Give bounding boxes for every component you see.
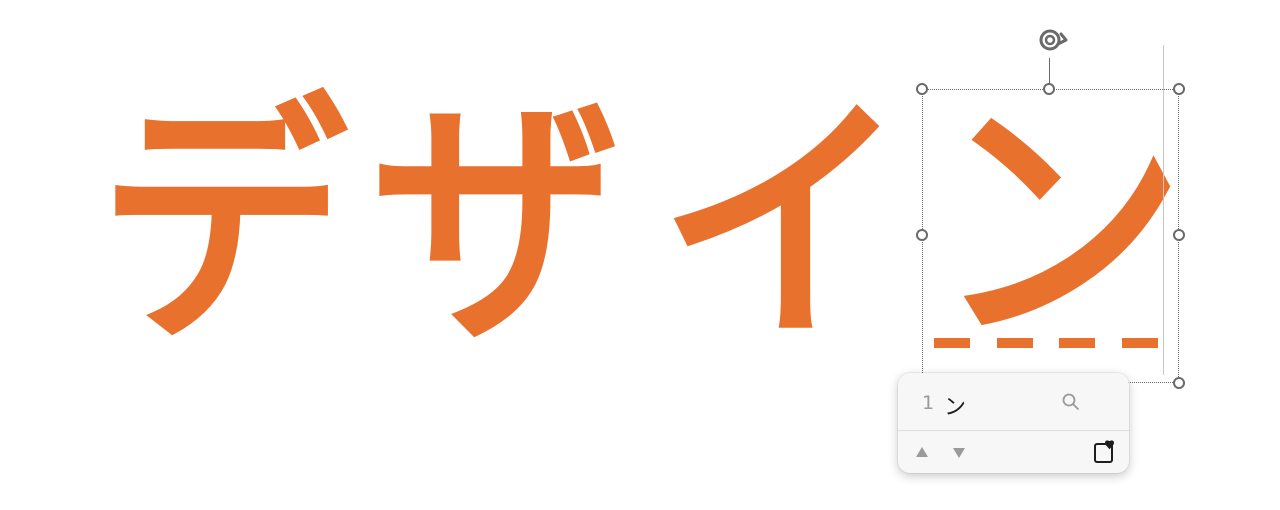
resize-handle-top-left[interactable] <box>916 83 928 95</box>
candidate-row[interactable]: 1 ン <box>898 373 1129 431</box>
resize-handle-bottom-right[interactable] <box>1173 377 1185 389</box>
search-icon[interactable] <box>1061 392 1081 412</box>
triangle-up-icon[interactable] <box>915 446 929 458</box>
resize-handle-top-right[interactable] <box>1173 83 1185 95</box>
resize-handle-middle-right[interactable] <box>1173 229 1185 241</box>
editor-canvas[interactable]: デ ザ イ ン 1 ン <box>0 0 1280 510</box>
text-char-de[interactable]: デ <box>98 93 348 357</box>
resize-handle-middle-left[interactable] <box>916 229 928 241</box>
triangle-down-icon[interactable] <box>952 447 966 459</box>
heart-bookmark-icon[interactable] <box>1093 440 1117 464</box>
candidate-number: 1 <box>922 392 935 414</box>
resize-handle-top-center[interactable] <box>1043 83 1055 95</box>
selection-box[interactable] <box>922 89 1179 383</box>
text-char-i[interactable]: イ <box>658 93 908 357</box>
rotation-stem <box>1049 58 1050 84</box>
rotate-handle-icon[interactable] <box>1034 22 1070 58</box>
text-char-za[interactable]: ザ <box>371 93 621 357</box>
candidate-controls <box>898 431 1129 473</box>
candidate-text[interactable]: ン <box>944 389 966 421</box>
ime-candidate-window: 1 ン <box>898 373 1129 473</box>
